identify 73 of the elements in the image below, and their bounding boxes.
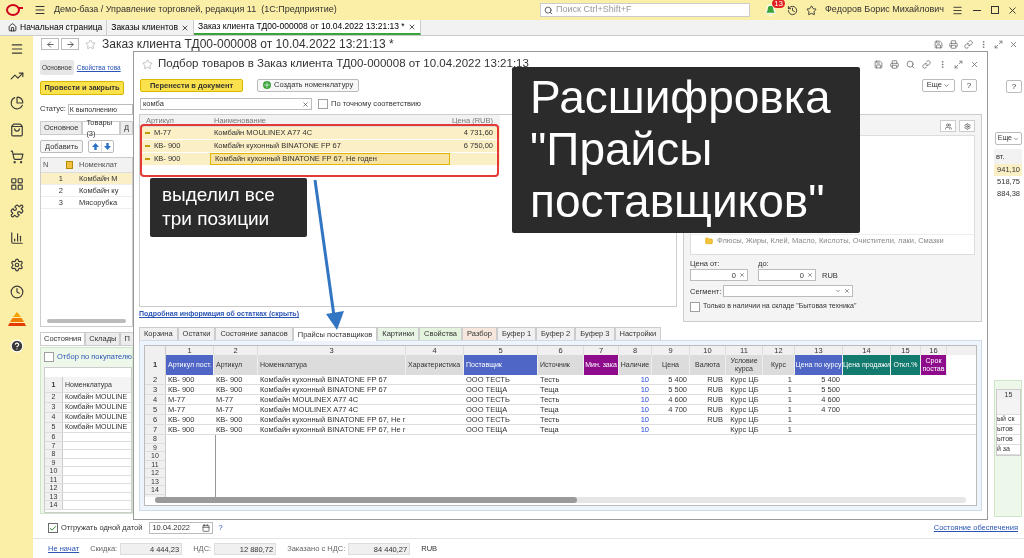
window-tab[interactable]: Начальная страница <box>4 20 108 35</box>
star-icon[interactable] <box>142 58 153 70</box>
link-icon[interactable] <box>964 39 973 49</box>
help-button[interactable]: ? <box>961 78 977 92</box>
settings-button[interactable] <box>959 120 975 132</box>
scrollbar[interactable] <box>47 319 126 323</box>
search-icon[interactable] <box>906 59 915 69</box>
link-icon[interactable] <box>922 59 931 69</box>
caption-label: Расшифровка "Прайсы поставщиков" <box>512 67 860 233</box>
menu-icon[interactable] <box>952 4 963 16</box>
checkbox[interactable] <box>44 352 54 362</box>
arrow-left-icon <box>45 39 55 49</box>
note-label: выделил все три позиции <box>150 178 307 237</box>
arrow-right-icon <box>65 39 75 49</box>
maximize-icon[interactable] <box>991 6 999 14</box>
move-up-button[interactable] <box>89 141 102 152</box>
back-button[interactable] <box>41 38 59 50</box>
users-icon <box>944 122 952 130</box>
pyramid-icon[interactable] <box>6 312 27 326</box>
bag-icon[interactable] <box>9 123 24 137</box>
menu-icon[interactable] <box>34 4 46 16</box>
puzzle-icon[interactable] <box>9 204 24 218</box>
logo-icon <box>6 4 24 16</box>
more-icon[interactable] <box>938 59 947 69</box>
forward-button[interactable] <box>61 38 79 50</box>
clear-icon[interactable] <box>807 272 813 279</box>
scrollbar[interactable] <box>155 497 966 503</box>
star-icon[interactable] <box>85 38 96 50</box>
clear-icon[interactable] <box>844 288 851 295</box>
more-icon[interactable] <box>979 39 988 49</box>
plus-icon <box>263 81 271 89</box>
folder-icon <box>705 236 713 245</box>
window-tab[interactable]: Заказ клиента ТД00-000008 от 10.04.2022 13:21:13 * <box>194 20 421 35</box>
user-name[interactable]: Федоров Борис Михайлович <box>825 3 944 17</box>
close-icon[interactable] <box>181 23 189 32</box>
star-icon[interactable] <box>806 4 818 16</box>
form-title: Заказ клиента ТД00-000008 от 10.04.2022 13:21:13 * <box>102 37 394 51</box>
app-title: Демо-база / Управление торговлей, редакция 11 (1С:Предприятие) <box>54 3 337 17</box>
close-icon[interactable] <box>407 22 416 31</box>
close-icon[interactable] <box>1007 4 1018 16</box>
clock-icon[interactable] <box>9 285 24 299</box>
home-icon <box>8 23 17 32</box>
check-icon <box>49 523 57 533</box>
checkbox[interactable] <box>690 301 700 312</box>
grid-icon[interactable] <box>9 177 24 191</box>
image-column-icon <box>66 158 76 172</box>
print-icon[interactable] <box>949 39 958 49</box>
checkbox[interactable] <box>48 523 58 533</box>
clear-icon[interactable] <box>739 272 745 279</box>
caret-icon <box>943 81 950 89</box>
caret-icon <box>1013 135 1019 142</box>
clear-icon[interactable] <box>302 100 309 108</box>
settings-icon <box>963 122 971 130</box>
checkbox[interactable] <box>318 99 328 109</box>
cart-icon[interactable] <box>9 150 24 164</box>
caret-icon[interactable] <box>835 288 842 295</box>
settings-icon[interactable] <box>9 258 24 272</box>
notification-badge: 13 <box>772 0 786 8</box>
users-button[interactable] <box>940 120 956 132</box>
help-button[interactable]: ? <box>1006 80 1022 93</box>
print-icon[interactable] <box>890 59 899 69</box>
save-icon[interactable] <box>874 59 883 69</box>
move-down-button[interactable] <box>101 141 114 152</box>
minimize-icon[interactable] <box>973 9 981 11</box>
search-icon <box>544 5 554 15</box>
segment-field[interactable] <box>723 285 854 298</box>
bar-chart-icon[interactable] <box>9 231 24 245</box>
pie-chart-icon[interactable] <box>9 96 24 110</box>
menu-icon[interactable] <box>9 42 24 56</box>
save-icon[interactable] <box>934 39 943 49</box>
help-icon[interactable] <box>9 339 24 353</box>
calendar-icon[interactable] <box>202 524 211 532</box>
history-icon[interactable] <box>787 4 799 16</box>
